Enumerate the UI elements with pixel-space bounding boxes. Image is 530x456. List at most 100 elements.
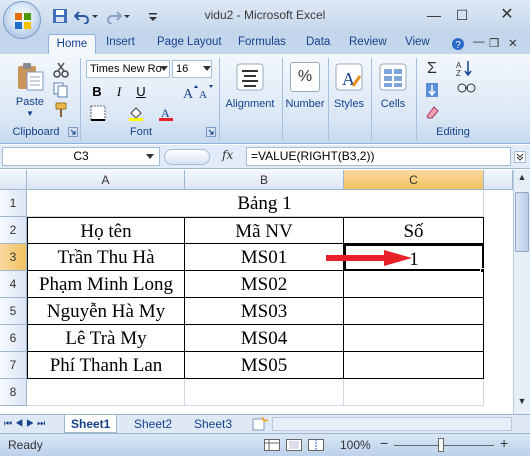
- fill-color-icon[interactable]: [128, 105, 144, 121]
- cell-c7[interactable]: [344, 352, 484, 379]
- styles-button[interactable]: Styles: [330, 98, 368, 110]
- copy-icon[interactable]: [53, 82, 69, 98]
- page-layout-view-icon[interactable]: [286, 439, 302, 451]
- cell-b5[interactable]: MS03: [185, 298, 344, 325]
- autosum-button[interactable]: Σ: [424, 60, 440, 78]
- cell-c1[interactable]: [344, 190, 484, 217]
- row-header-3[interactable]: 3: [0, 244, 27, 271]
- sheet-tab-3[interactable]: Sheet3: [188, 415, 238, 433]
- tab-home[interactable]: Home: [48, 34, 96, 55]
- tab-page-layout[interactable]: Page Layout: [157, 36, 222, 48]
- minimize-button[interactable]: —: [424, 6, 444, 24]
- format-painter-icon[interactable]: [53, 102, 69, 118]
- cell-c8[interactable]: [344, 379, 484, 406]
- row-header-1[interactable]: 1: [0, 190, 27, 217]
- sheet-nav-icons[interactable]: ⏮◀▶⏭: [4, 418, 48, 429]
- column-header-a[interactable]: A: [27, 170, 185, 190]
- scroll-down-icon[interactable]: ▼: [515, 396, 529, 411]
- maximize-button[interactable]: ☐: [452, 6, 472, 24]
- bold-button[interactable]: B: [90, 84, 104, 99]
- styles-icon[interactable]: A: [334, 62, 364, 92]
- cell-b3[interactable]: MS01: [185, 244, 344, 271]
- font-size-dropdown-icon[interactable]: [203, 66, 211, 72]
- zoom-slider-thumb[interactable]: [438, 438, 444, 452]
- cell-a5[interactable]: Nguyễn Hà My: [27, 298, 185, 325]
- select-all-corner[interactable]: [0, 170, 27, 190]
- header-so[interactable]: Số: [344, 217, 484, 244]
- cells-button[interactable]: Cells: [374, 98, 412, 110]
- column-header-c[interactable]: C: [344, 170, 484, 190]
- row-header-6[interactable]: 6: [0, 325, 27, 352]
- column-header-d[interactable]: [484, 170, 513, 190]
- row-header-4[interactable]: 4: [0, 271, 27, 298]
- number-button[interactable]: Number: [283, 98, 327, 110]
- column-header-b[interactable]: B: [185, 170, 344, 190]
- cell-b7[interactable]: MS05: [185, 352, 344, 379]
- clipboard-launcher-icon[interactable]: [68, 127, 78, 137]
- paste-icon[interactable]: [14, 60, 46, 92]
- cell-a7[interactable]: Phí Thanh Lan: [27, 352, 185, 379]
- table-title[interactable]: Bảng 1: [185, 190, 344, 217]
- fill-icon[interactable]: [424, 82, 440, 98]
- office-button[interactable]: [3, 1, 41, 39]
- font-launcher-icon[interactable]: [206, 127, 216, 137]
- help-icon[interactable]: ?: [451, 37, 465, 51]
- row-header-8[interactable]: 8: [0, 379, 27, 406]
- clear-icon[interactable]: [424, 104, 440, 120]
- insert-sheet-icon[interactable]: [252, 417, 268, 431]
- ribbon-restore-button[interactable]: ❐: [489, 36, 499, 50]
- row-header-2[interactable]: 2: [0, 217, 27, 244]
- row-header-5[interactable]: 5: [0, 298, 27, 325]
- name-box[interactable]: C3: [2, 147, 160, 166]
- sheet-tab-2[interactable]: Sheet2: [128, 415, 178, 433]
- cell-a1[interactable]: [27, 190, 185, 217]
- cell-c4[interactable]: [344, 271, 484, 298]
- paste-button[interactable]: Paste: [13, 96, 47, 108]
- grow-font-icon[interactable]: A: [182, 84, 198, 100]
- font-name-dropdown-icon[interactable]: [160, 66, 168, 72]
- formula-input[interactable]: =VALUE(RIGHT(B3,2)): [246, 147, 511, 166]
- paste-dropdown-icon[interactable]: ▼: [13, 109, 47, 118]
- tab-review[interactable]: Review: [349, 36, 387, 48]
- cell-a4[interactable]: Phạm Minh Long: [27, 271, 185, 298]
- normal-view-icon[interactable]: [264, 439, 280, 451]
- vertical-scrollbar[interactable]: ▲ ▼: [513, 170, 530, 414]
- workbook-close-button[interactable]: ✕: [508, 36, 518, 50]
- cells-icon[interactable]: [378, 62, 408, 92]
- cell-a3[interactable]: Trần Thu Hà: [27, 244, 185, 271]
- tab-view[interactable]: View: [405, 36, 430, 48]
- zoom-in-button[interactable]: +: [500, 435, 508, 451]
- row-header-7[interactable]: 7: [0, 352, 27, 379]
- name-box-dropdown-icon[interactable]: [146, 154, 154, 160]
- find-select-icon[interactable]: [456, 82, 478, 98]
- expand-formula-bar-icon[interactable]: [514, 151, 526, 163]
- horizontal-scrollbar[interactable]: [272, 417, 512, 431]
- ribbon-minimize-button[interactable]: —: [473, 36, 485, 48]
- font-color-icon[interactable]: A: [158, 105, 174, 121]
- zoom-out-button[interactable]: −: [380, 435, 388, 451]
- font-name-input[interactable]: Times New Ro: [86, 60, 170, 78]
- italic-button[interactable]: I: [112, 84, 126, 100]
- alignment-icon[interactable]: [235, 62, 265, 92]
- alignment-button[interactable]: Alignment: [220, 98, 280, 110]
- cell-c6[interactable]: [344, 325, 484, 352]
- tab-insert[interactable]: Insert: [106, 36, 135, 48]
- cut-icon[interactable]: [53, 62, 69, 78]
- zoom-level[interactable]: 100%: [340, 438, 371, 452]
- number-icon[interactable]: %: [290, 62, 320, 92]
- sheet-tab-1[interactable]: Sheet1: [64, 415, 118, 433]
- cell-c5[interactable]: [344, 298, 484, 325]
- cell-a6[interactable]: Lê Trà My: [27, 325, 185, 352]
- tab-data[interactable]: Data: [306, 36, 330, 48]
- tab-formulas[interactable]: Formulas: [238, 36, 286, 48]
- underline-button[interactable]: U: [134, 84, 148, 99]
- cell-b8[interactable]: [185, 379, 344, 406]
- cell-b4[interactable]: MS02: [185, 271, 344, 298]
- cell-b6[interactable]: MS04: [185, 325, 344, 352]
- scroll-up-icon[interactable]: ▲: [515, 172, 529, 187]
- close-button[interactable]: ✕: [497, 6, 517, 24]
- insert-function-button[interactable]: fx: [222, 148, 233, 162]
- page-break-view-icon[interactable]: [308, 439, 324, 451]
- formula-bar-splitter[interactable]: [164, 149, 210, 165]
- borders-icon[interactable]: [90, 105, 106, 121]
